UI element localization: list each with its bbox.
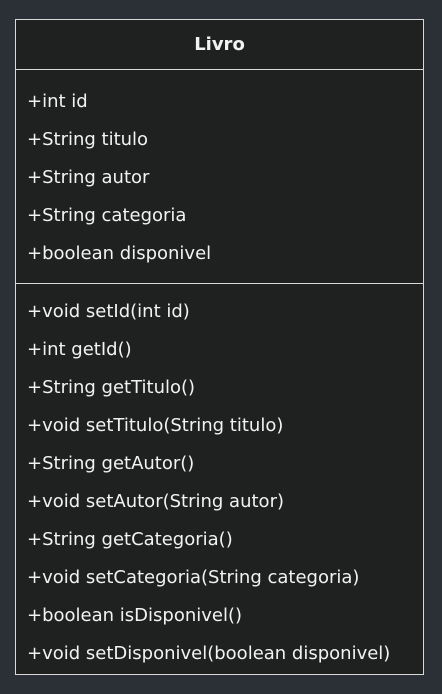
method-row: +void setDisponivel(boolean disponivel) [27, 643, 391, 664]
attribute-row: +int id [27, 91, 88, 112]
attributes-section: +int id +String titulo +String autor +St… [16, 70, 423, 284]
method-row: +void setCategoria(String categoria) [27, 567, 360, 588]
attribute-row: +boolean disponivel [27, 243, 212, 264]
uml-class-livro: Livro +int id +String titulo +String aut… [15, 19, 424, 675]
method-row: +boolean isDisponivel() [27, 605, 243, 626]
attribute-row: +String categoria [27, 205, 187, 226]
class-name: Livro [16, 20, 423, 70]
methods-section: +void setId(int id) +int getId() +String… [16, 284, 423, 673]
method-row: +String getAutor() [27, 453, 195, 474]
attribute-row: +String autor [27, 167, 150, 188]
diagram-canvas: Livro +int id +String titulo +String aut… [0, 0, 442, 694]
method-row: +int getId() [27, 339, 132, 360]
method-row: +void setId(int id) [27, 301, 190, 322]
method-row: +void setTitulo(String titulo) [27, 415, 284, 436]
attribute-row: +String titulo [27, 129, 149, 150]
method-row: +String getCategoria() [27, 529, 233, 550]
method-row: +String getTitulo() [27, 377, 196, 398]
method-row: +void setAutor(String autor) [27, 491, 284, 512]
